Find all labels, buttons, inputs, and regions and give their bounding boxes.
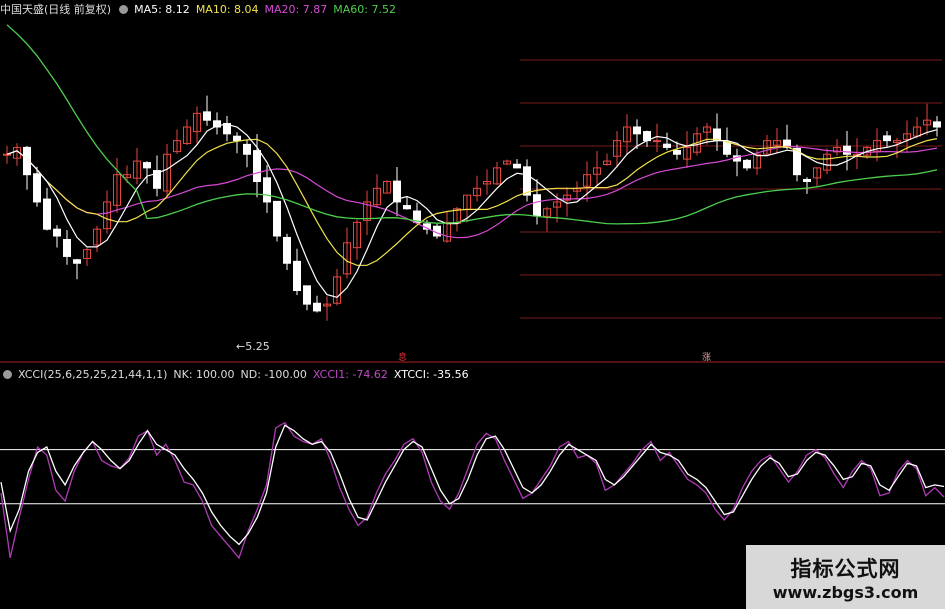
xtcci-line — [0, 424, 945, 546]
candle-body — [233, 135, 241, 142]
low-price-annotation: ←5.25 — [236, 340, 270, 353]
candle-body — [883, 135, 891, 142]
xcci1-readout: XCCI1: -74.62 — [312, 367, 388, 381]
candle-body — [723, 141, 731, 155]
ma60-readout: MA60: 7.52 — [333, 2, 396, 16]
candle-body — [523, 166, 531, 196]
indicator-label: XCCI(25,6,25,25,21,44,1,1) — [18, 367, 168, 381]
nk-readout: NK: 100.00 — [173, 367, 235, 381]
settings-icon[interactable] — [119, 4, 129, 14]
candle-body — [283, 236, 291, 264]
candle-body — [843, 145, 851, 155]
candle-body — [53, 228, 61, 237]
candle-body — [803, 178, 811, 182]
event-marker-2: 涨 — [702, 353, 712, 363]
candle-body — [263, 177, 271, 203]
candle-body — [63, 238, 71, 257]
candle-body — [663, 143, 671, 148]
candle-body — [273, 200, 281, 237]
indicator-header: XCCI(25,6,25,25,21,44,1,1) NK: 100.00 ND… — [0, 366, 475, 382]
candle-body — [533, 194, 541, 217]
candle-body — [653, 140, 661, 143]
candle-body — [293, 260, 301, 292]
ma10-readout: MA10: 8.04 — [195, 2, 259, 16]
candle-body — [243, 143, 251, 155]
candle-body — [253, 150, 261, 183]
candle-body — [303, 285, 311, 305]
watermark: 指标公式网 www.zbgs3.com — [746, 545, 945, 609]
candle-body — [933, 121, 941, 128]
candle-body — [33, 173, 41, 203]
nd-readout: ND: -100.00 — [240, 367, 307, 381]
stock-title: 中国天盛(日线 前复权) — [0, 3, 112, 16]
candle-body — [313, 302, 321, 312]
candle-body — [403, 205, 411, 210]
candle-body — [3, 153, 11, 156]
candle-body — [203, 111, 211, 121]
indicator-settings-icon[interactable] — [3, 369, 12, 379]
watermark-url: www.zbgs3.com — [772, 583, 919, 602]
event-marker-1: 息 — [398, 353, 408, 363]
candle-body — [73, 259, 81, 264]
candle-body — [743, 159, 751, 169]
candle-body — [143, 162, 151, 169]
candle-body — [673, 150, 681, 155]
ma60-line — [6, 24, 938, 225]
chart-stage: 中国天盛(日线 前复权) MA5: 8.12 MA10: 8.04 MA20: … — [0, 0, 945, 609]
chart-canvas — [0, 24, 945, 560]
candle-body — [513, 163, 521, 169]
watermark-title: 指标公式网 — [790, 557, 901, 581]
candle-body — [633, 126, 641, 135]
candle-body — [43, 198, 51, 230]
xtcci-readout: XTCCI: -35.56 — [393, 367, 469, 381]
price-header: 中国天盛(日线 前复权) MA5: 8.12 MA10: 8.04 MA20: … — [0, 1, 402, 17]
ma20-readout: MA20: 7.87 — [264, 2, 328, 16]
ma5-readout: MA5: 8.12 — [134, 2, 190, 16]
xcci1-line — [0, 421, 945, 560]
